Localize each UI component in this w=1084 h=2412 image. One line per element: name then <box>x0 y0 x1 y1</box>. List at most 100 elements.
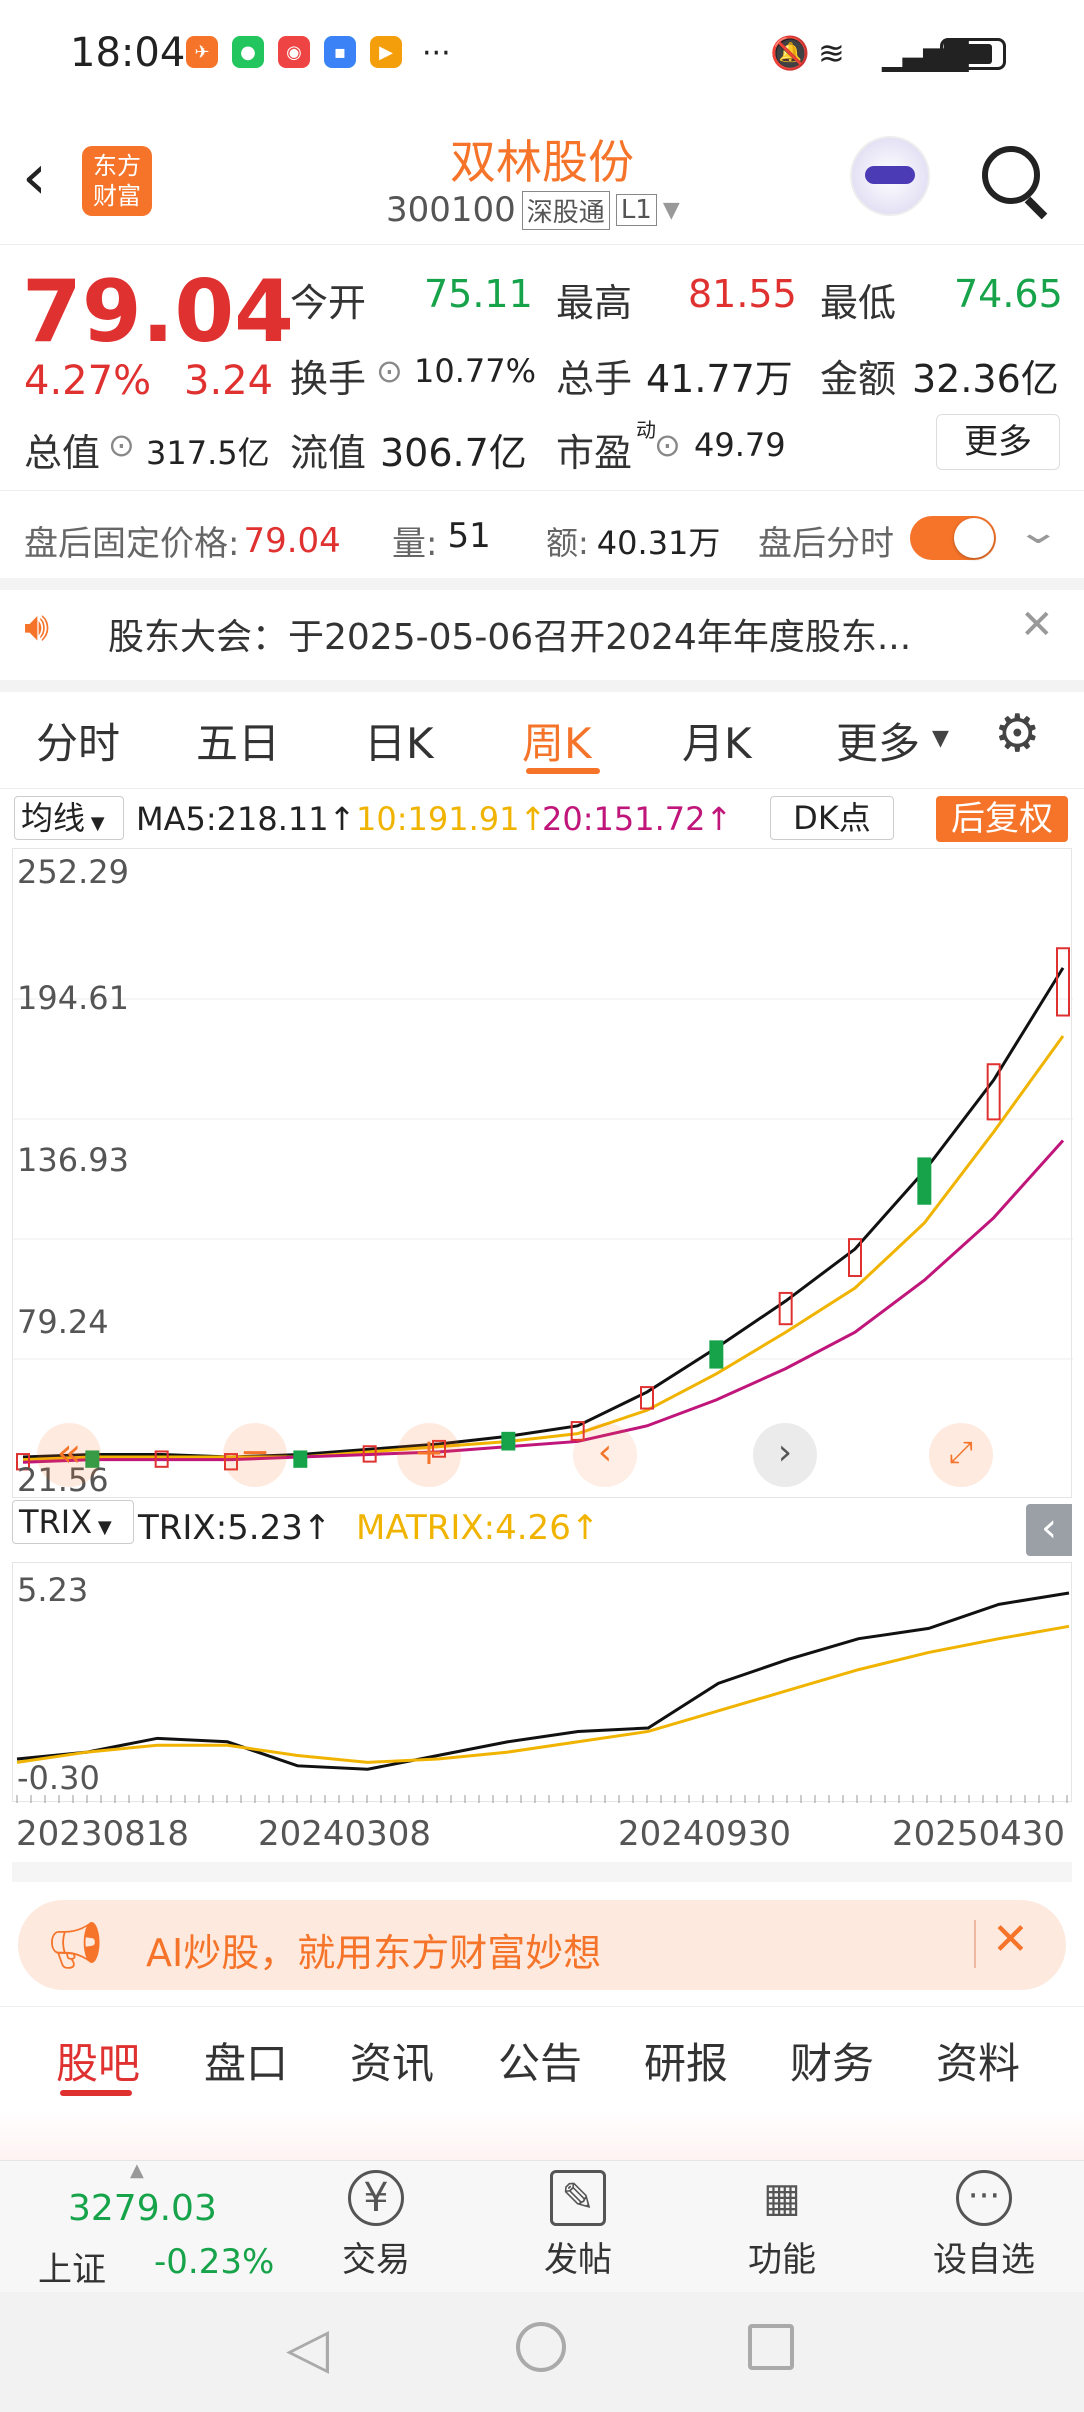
after-hours-toggle-label: 盘后分时 <box>758 524 894 564</box>
ma-line-MA5 <box>22 967 1065 1459</box>
y-label-top: 252.29 <box>17 853 129 891</box>
index-value[interactable]: 3279.03 <box>68 2188 217 2229</box>
system-home-icon[interactable] <box>516 2322 566 2372</box>
candle <box>917 1157 932 1205</box>
active-tab-underline <box>526 768 600 774</box>
collapse-chevron-icon[interactable]: ⌄ <box>1015 512 1061 552</box>
matrix-line <box>16 1624 1070 1764</box>
dk-point-button[interactable]: DK点 <box>770 796 894 840</box>
stock-header: ‹ 东方 财富 双林股份 300100 深股通 L1 ▼ <box>0 110 1084 245</box>
info-icon[interactable]: ⊙ <box>654 426 681 464</box>
nav-trade[interactable]: ¥ 交易 <box>306 2170 446 2281</box>
after-hours-vol-label: 量: <box>392 524 438 564</box>
tab-news[interactable]: 资讯 <box>350 2030 434 2091</box>
tab-finance[interactable]: 财务 <box>790 2030 874 2091</box>
more-circle-icon: ··· <box>956 2170 1012 2226</box>
candle <box>1056 947 1070 1017</box>
amount-label: 金额 <box>820 357 897 401</box>
date-label: 20230818 <box>16 1814 190 1854</box>
low-value: 74.65 <box>954 272 1063 316</box>
tab-day-k[interactable]: 日K <box>364 710 434 771</box>
tab-month-k[interactable]: 月K <box>682 710 752 771</box>
clock: 18:04 <box>70 30 186 76</box>
system-recents-icon[interactable] <box>748 2324 794 2370</box>
y-label-2: 194.61 <box>17 979 129 1017</box>
expand-panel-icon[interactable]: ‹ <box>1026 1504 1072 1556</box>
weibo-icon: ◉ <box>278 36 310 68</box>
rewind-icon[interactable]: « <box>37 1423 101 1487</box>
index-pct[interactable]: -0.23% <box>154 2242 274 2282</box>
wifi-icon: ≋ <box>818 34 845 72</box>
trix-value: TRIX:5.23↑ <box>138 1508 332 1548</box>
tab-five-day[interactable]: 五日 <box>196 710 280 771</box>
date-label: 20250430 <box>892 1814 1066 1854</box>
tab-research[interactable]: 研报 <box>644 2030 728 2091</box>
high-value: 81.55 <box>688 272 797 316</box>
trix-y-bottom: -0.30 <box>17 1759 100 1797</box>
mcap-label: 总值 <box>24 431 101 475</box>
scroll-left-icon[interactable]: ‹ <box>573 1423 637 1487</box>
nav-post[interactable]: ✎ 发帖 <box>508 2170 648 2281</box>
tab-timeshare[interactable]: 分时 <box>36 710 120 771</box>
more-dropdown-icon[interactable]: ▼ <box>932 726 949 751</box>
open-value: 75.11 <box>424 272 533 316</box>
info-icon[interactable]: ⊙ <box>376 352 403 390</box>
code-dropdown-icon[interactable]: ▼ <box>663 198 680 223</box>
indicator-selector[interactable]: 均线 ▼ <box>14 796 124 840</box>
after-hours-price: 79.04 <box>243 520 341 561</box>
app-icon-1: ✈ <box>186 36 218 68</box>
index-name[interactable]: 上证 <box>38 2242 106 2291</box>
nav-add-watchlist[interactable]: ··· 设自选 <box>914 2170 1054 2281</box>
index-up-arrow-icon: ▲ <box>130 2160 144 2181</box>
search-icon[interactable] <box>982 146 1040 204</box>
y-label-3: 136.93 <box>17 1141 129 1179</box>
adjust-button[interactable]: 后复权 <box>936 796 1068 842</box>
close-notice-icon[interactable]: ✕ <box>1020 602 1054 648</box>
divider <box>0 490 1084 491</box>
tab-guba[interactable]: 股吧 <box>56 2030 140 2091</box>
status-bar: 18:04 ✈ ● ◉ ▪ ▶ ··· 🔕 ≋ ▁▃▅▇ <box>0 0 1084 110</box>
pe-superscript: 动 <box>636 418 656 442</box>
pe-value: 49.79 <box>694 426 786 464</box>
close-ad-icon[interactable]: ✕ <box>992 1914 1029 1965</box>
edit-icon: ✎ <box>550 2170 606 2226</box>
system-back-icon[interactable]: ◁ <box>286 2316 329 2381</box>
info-icon[interactable]: ⊙ <box>108 426 135 464</box>
matrix-value: MATRIX:4.26↑ <box>356 1508 600 1548</box>
tab-announcement[interactable]: 公告 <box>498 2030 582 2091</box>
kline-svg <box>13 947 1073 1471</box>
trix-selector[interactable]: TRIX ▼ <box>12 1500 134 1544</box>
tab-pankou[interactable]: 盘口 <box>204 2030 288 2091</box>
nav-functions[interactable]: ▦ 功能 <box>712 2170 852 2281</box>
more-button[interactable]: 更多 <box>936 414 1060 470</box>
after-hours-label: 盘后固定价格: <box>24 524 240 564</box>
date-label: 20240930 <box>618 1814 792 1854</box>
settings-gear-icon[interactable]: ⚙ <box>994 704 1041 764</box>
tab-more[interactable]: 更多 <box>836 710 920 771</box>
date-label: 20240308 <box>258 1814 432 1854</box>
scroll-right-icon[interactable]: › <box>753 1423 817 1487</box>
zoom-out-icon[interactable]: − <box>223 1423 287 1487</box>
tab-profile[interactable]: 资料 <box>936 2030 1020 2091</box>
trix-chart[interactable]: 5.23 -0.30 <box>12 1562 1072 1803</box>
video-icon: ▶ <box>370 36 402 68</box>
turnover-label: 换手 <box>290 357 367 401</box>
grid-icon: ▦ <box>763 2175 801 2221</box>
trix-line <box>16 1591 1070 1771</box>
low-label: 最低 <box>820 281 897 325</box>
notice-text[interactable]: 股东大会：于2025-05-06召开2024年年度股东... <box>108 608 968 660</box>
tab-week-k[interactable]: 周K <box>522 710 592 771</box>
ad-text: AI炒股，就用东方财富妙想 <box>146 1931 602 1975</box>
after-hours-vol: 51 <box>447 516 491 556</box>
kline-chart[interactable]: 252.29 194.61 136.93 79.24 21.56 « − + ‹… <box>12 848 1073 1499</box>
y-label-4: 79.24 <box>17 1303 109 1341</box>
candle <box>293 1450 308 1468</box>
robot-assistant-icon[interactable] <box>850 136 930 216</box>
pe-label: 市盈 <box>556 431 633 475</box>
fullscreen-icon[interactable]: ⤢ <box>929 1423 993 1487</box>
trix-svg <box>16 1591 1070 1803</box>
zoom-in-icon[interactable]: + <box>397 1423 461 1487</box>
after-hours-toggle[interactable] <box>910 516 996 560</box>
high-label: 最高 <box>556 281 633 325</box>
ai-ad-banner[interactable]: 📢︎ AI炒股，就用东方财富妙想 ✕ <box>18 1900 1066 1990</box>
